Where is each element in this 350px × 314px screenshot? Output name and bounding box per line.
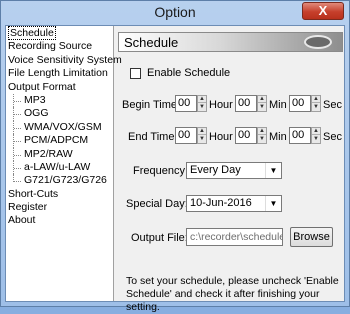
spin-up-icon[interactable]: ▲ (258, 128, 266, 135)
sidebar-item-mp3[interactable]: MP3 (6, 93, 113, 108)
spin-up-icon[interactable]: ▲ (312, 128, 320, 135)
tree-branch (14, 100, 21, 102)
begin-hour-spinner[interactable]: 00 ▲ ▼ (175, 95, 207, 112)
begin-sec-field[interactable]: 00 (289, 95, 311, 112)
frequency-select[interactable]: Every Day ▼ (186, 162, 282, 179)
sidebar-item-register[interactable]: Register (6, 201, 113, 214)
enable-schedule-label: Enable Schedule (147, 67, 231, 79)
tree-branch (14, 141, 21, 143)
sidebar-item-short-cuts[interactable]: Short-Cuts (6, 188, 113, 201)
begin-sec-unit: Sec (323, 99, 342, 111)
sidebar-item-recording-source[interactable]: Recording Source (6, 40, 113, 53)
begin-min-unit: Min (269, 99, 287, 111)
special-day-label: Special Day: (126, 198, 188, 210)
option-window: Option X Schedule Recording Source Voice… (0, 0, 350, 313)
begin-hour-unit: Hour (209, 99, 233, 111)
chevron-down-icon[interactable]: ▼ (265, 163, 281, 178)
sidebar-item-wma-vox-gsm[interactable]: WMA/VOX/GSM (6, 120, 113, 135)
end-hour-arrows[interactable]: ▲ ▼ (197, 127, 207, 144)
sidebar-item-about[interactable]: About (6, 214, 113, 227)
end-hour-spinner[interactable]: 00 ▲ ▼ (175, 127, 207, 144)
window-title: Option (154, 4, 196, 20)
tree-branch (14, 114, 21, 116)
end-hour-unit: Hour (209, 131, 233, 143)
spin-up-icon[interactable]: ▲ (198, 128, 206, 135)
special-day-value: 10-Jun-2016 (190, 197, 252, 209)
end-hour-field[interactable]: 00 (175, 127, 197, 144)
enable-schedule-checkbox[interactable] (130, 68, 141, 79)
tree-branch (14, 127, 21, 129)
begin-min-spinner[interactable]: 00 ▲ ▼ (235, 95, 267, 112)
end-sec-arrows[interactable]: ▲ ▼ (311, 127, 321, 144)
end-min-unit: Min (269, 131, 287, 143)
spin-up-icon[interactable]: ▲ (198, 96, 206, 103)
output-file-label: Output File: (131, 232, 188, 244)
chevron-down-icon[interactable]: ▼ (265, 196, 281, 211)
sidebar-item-mp2-raw[interactable]: MP2/RAW (6, 147, 113, 161)
sidebar-item-ogg[interactable]: OGG (6, 107, 113, 121)
begin-sec-spinner[interactable]: 00 ▲ ▼ (289, 95, 321, 112)
tree-branch (14, 181, 21, 183)
spin-down-icon[interactable]: ▼ (198, 104, 206, 111)
frequency-value: Every Day (190, 164, 241, 176)
schedule-note: To set your schedule, please uncheck 'En… (126, 275, 339, 313)
options-tree[interactable]: Schedule Recording Source Voice Sensitiv… (6, 26, 122, 301)
end-min-field[interactable]: 00 (235, 127, 257, 144)
end-sec-spinner[interactable]: 00 ▲ ▼ (289, 127, 321, 144)
sidebar-item-g721-g723-g726[interactable]: G721/G723/G726 (6, 174, 113, 187)
begin-time-label: Begin Time: (122, 99, 181, 111)
sidebar-item-alaw-ulaw[interactable]: a-LAW/u-LAW (6, 160, 113, 175)
spin-up-icon[interactable]: ▲ (312, 96, 320, 103)
begin-hour-arrows[interactable]: ▲ ▼ (197, 95, 207, 112)
sidebar-item-file-length-limitation[interactable]: File Length Limitation (6, 67, 113, 80)
begin-min-field[interactable]: 00 (235, 95, 257, 112)
panel-header: Schedule (118, 32, 343, 52)
begin-sec-arrows[interactable]: ▲ ▼ (311, 95, 321, 112)
frequency-label: Frequency: (133, 165, 189, 177)
end-sec-unit: Sec (323, 131, 342, 143)
panel-title: Schedule (124, 35, 179, 50)
spin-up-icon[interactable]: ▲ (258, 96, 266, 103)
title-bar[interactable]: Option X (1, 1, 349, 25)
output-file-field[interactable]: c:\recorder\schedule\ (186, 228, 283, 246)
sidebar-item-voice-sensitivity-system[interactable]: Voice Sensitivity System (6, 54, 122, 67)
spin-down-icon[interactable]: ▼ (312, 136, 320, 143)
special-day-picker[interactable]: 10-Jun-2016 ▼ (186, 195, 282, 212)
tree-branch (14, 167, 21, 169)
client-area: Schedule Recording Source Voice Sensitiv… (5, 25, 345, 313)
sidebar-item-pcm-adpcm[interactable]: PCM/ADPCM (6, 134, 113, 148)
schedule-panel: Schedule Enable Schedule Begin Time: 00 … (118, 32, 343, 313)
spin-down-icon[interactable]: ▼ (258, 104, 266, 111)
end-time-label: End Time: (128, 131, 178, 143)
spin-down-icon[interactable]: ▼ (198, 136, 206, 143)
spin-down-icon[interactable]: ▼ (312, 104, 320, 111)
close-button[interactable]: X (302, 2, 344, 20)
tree-branch (14, 154, 21, 156)
begin-min-arrows[interactable]: ▲ ▼ (257, 95, 267, 112)
brand-logo-icon (304, 35, 332, 49)
end-min-arrows[interactable]: ▲ ▼ (257, 127, 267, 144)
sidebar-item-schedule[interactable]: Schedule (6, 26, 113, 40)
spin-down-icon[interactable]: ▼ (258, 136, 266, 143)
begin-hour-field[interactable]: 00 (175, 95, 197, 112)
end-min-spinner[interactable]: 00 ▲ ▼ (235, 127, 267, 144)
end-sec-field[interactable]: 00 (289, 127, 311, 144)
sidebar-item-output-format[interactable]: Output Format (6, 81, 113, 94)
browse-button[interactable]: Browse (290, 227, 333, 247)
